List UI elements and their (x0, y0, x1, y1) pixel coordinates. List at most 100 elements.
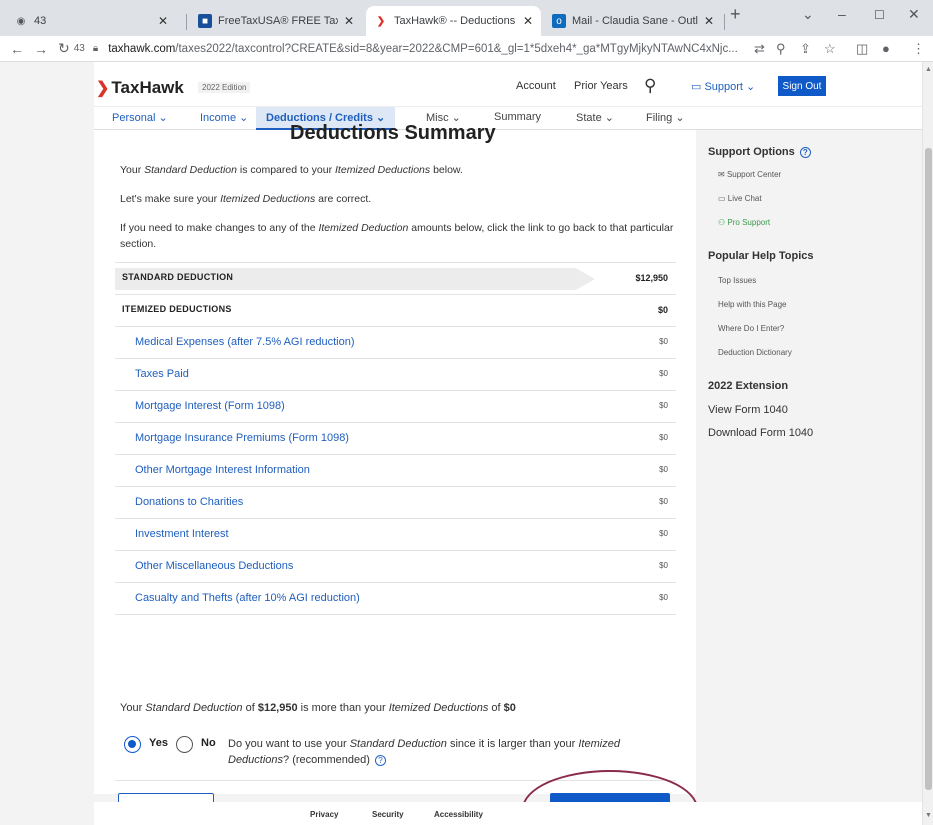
browser-tab-2[interactable]: ■ FreeTaxUSA® FREE Tax Filing ✕ (190, 6, 362, 36)
privacy-link[interactable]: Privacy (310, 810, 338, 819)
deduction-amount: $0 (659, 337, 668, 346)
tab-title: Mail - Claudia Sane - Outlook (572, 15, 698, 27)
browser-tab-4[interactable]: o Mail - Claudia Sane - Outlook ✕ (544, 6, 722, 36)
deduction-dictionary-link[interactable]: Deduction Dictionary (718, 348, 792, 357)
prior-years-link[interactable]: Prior Years (574, 80, 628, 92)
pro-support-link[interactable]: ⚇ Pro Support (718, 218, 770, 227)
extension-icon[interactable]: ⇄ (754, 41, 765, 57)
nav-summary[interactable]: Summary (494, 111, 541, 123)
nav-label: Income (200, 112, 237, 124)
deduction-link[interactable]: Donations to Charities (135, 496, 243, 508)
account-link[interactable]: Account (516, 80, 556, 92)
edition-badge: 2022 Edition (198, 82, 251, 93)
nav-income[interactable]: Income ⌄ (200, 111, 248, 124)
live-chat-link[interactable]: ▭ Live Chat (718, 194, 762, 203)
deduction-link[interactable]: Other Miscellaneous Deductions (135, 560, 293, 572)
window-close-button[interactable]: ✕ (908, 6, 920, 23)
deduction-amount: $0 (659, 497, 668, 506)
globe-icon: ◉ (16, 15, 26, 27)
deduction-amount: $0 (659, 401, 668, 410)
browser-tab-3[interactable]: ❯ TaxHawk® -- Deductions Sum ✕ (366, 6, 541, 36)
nav-personal[interactable]: Personal ⌄ (112, 111, 168, 124)
deduction-link[interactable]: Mortgage Interest (Form 1098) (135, 400, 285, 412)
deduction-link[interactable]: Other Mortgage Interest Information (135, 464, 310, 476)
chevron-down-icon[interactable]: ⌄ (802, 6, 814, 23)
deduction-link[interactable]: Taxes Paid (135, 368, 189, 380)
menu-icon[interactable]: ⋮ (912, 41, 925, 57)
star-icon[interactable]: ☆ (824, 41, 836, 57)
row-label: STANDARD DEDUCTION (122, 272, 234, 282)
accessibility-link[interactable]: Accessibility (434, 810, 483, 819)
download-form-1040-link[interactable]: Download Form 1040 (708, 427, 813, 439)
scroll-down-icon[interactable]: ▼ (925, 812, 932, 819)
nav-label: State (576, 112, 602, 124)
reload-icon[interactable]: ↻ (58, 40, 70, 57)
nav-state[interactable]: State ⌄ (576, 111, 614, 124)
close-icon[interactable]: ✕ (158, 14, 168, 28)
help-icon[interactable]: ? (799, 146, 811, 158)
scroll-thumb[interactable] (925, 148, 932, 790)
chat-icon: ▭ (691, 81, 705, 93)
sign-out-button[interactable]: Sign Out (778, 76, 826, 96)
standard-deduction-row: STANDARD DEDUCTION $12,950 (115, 262, 676, 294)
close-icon[interactable]: ✕ (344, 14, 354, 28)
deduction-link[interactable]: Casualty and Thefts (after 10% AGI reduc… (135, 592, 360, 604)
intro-paragraph-2: Let's make sure your Itemized Deductions… (120, 193, 372, 205)
url-path: /taxes2022/taxcontrol?CREATE&sid=8&year=… (175, 42, 738, 55)
deduction-row: Investment Interest $0 (115, 518, 676, 550)
support-menu[interactable]: ▭ Support ⌄ (691, 80, 755, 93)
deduction-amount: $0 (659, 433, 668, 442)
zoom-icon[interactable]: ⚲ (776, 41, 786, 57)
profile-icon[interactable]: ● (882, 41, 890, 56)
new-tab-button[interactable]: + (730, 4, 741, 25)
yes-radio[interactable] (124, 736, 141, 753)
scroll-up-icon[interactable]: ▲ (925, 66, 932, 73)
top-issues-link[interactable]: Top Issues (718, 276, 756, 285)
support-center-link[interactable]: ✉ Support Center (718, 170, 781, 179)
where-enter-link[interactable]: Where Do I Enter? (718, 324, 784, 333)
yes-label[interactable]: Yes (149, 737, 168, 749)
deduction-amount: $0 (659, 529, 668, 538)
deduction-row: Taxes Paid $0 (115, 358, 676, 390)
close-icon[interactable]: ✕ (523, 14, 533, 28)
deduction-link[interactable]: Medical Expenses (after 7.5% AGI reducti… (135, 336, 355, 348)
view-form-1040-link[interactable]: View Form 1040 (708, 404, 788, 416)
standard-deduction-question: Do you want to use your Standard Deducti… (228, 738, 620, 766)
page-title: Deductions Summary (290, 122, 496, 144)
row-amount: $0 (657, 305, 668, 315)
url-field[interactable]: taxhawk.com/taxes2022/taxcontrol?CREATE&… (108, 43, 738, 55)
logo-text: TaxHawk (111, 78, 184, 97)
site-header: ❯ TaxHawk 2022 Edition Account Prior Yea… (94, 62, 922, 106)
main-nav: Personal ⌄ Income ⌄ Deductions / Credits… (94, 106, 922, 130)
back-icon[interactable]: ← (10, 41, 24, 57)
browser-tab-bar: ◉ 43 ✕ ■ FreeTaxUSA® FREE Tax Filing ✕ ❯… (0, 0, 933, 36)
share-icon[interactable]: ⇪ (800, 41, 811, 57)
deduction-row: Medical Expenses (after 7.5% AGI reducti… (115, 326, 676, 358)
support-options-heading: Support Options ? (708, 146, 811, 158)
comparison-text: Your Standard Deduction of $12,950 is mo… (120, 702, 516, 714)
help-page-link[interactable]: Help with this Page (718, 300, 786, 309)
close-icon[interactable]: ✕ (704, 14, 714, 28)
help-icon[interactable]: ? (374, 754, 386, 766)
search-icon[interactable]: ⚲ (644, 76, 656, 96)
deduction-link[interactable]: Mortgage Insurance Premiums (Form 1098) (135, 432, 349, 444)
logo[interactable]: ❯ TaxHawk (96, 78, 184, 98)
minimize-button[interactable]: – (838, 6, 846, 22)
browser-tab-1[interactable]: ◉ 43 ✕ (6, 6, 176, 36)
row-amount: $12,950 (635, 273, 668, 283)
taxhawk-icon: ❯ (376, 15, 386, 27)
deduction-link[interactable]: Investment Interest (135, 528, 229, 540)
nav-filing[interactable]: Filing ⌄ (646, 111, 685, 124)
no-label[interactable]: No (201, 737, 216, 749)
nav-label: Filing (646, 112, 673, 124)
forward-icon[interactable]: → (34, 41, 48, 57)
help-topics-heading: Popular Help Topics (708, 250, 814, 262)
sidepanel-icon[interactable]: ◫ (856, 41, 868, 57)
maximize-button[interactable]: ☐ (874, 8, 885, 22)
lock-icon[interactable]: 🔒︎ (93, 43, 98, 54)
security-link[interactable]: Security (372, 810, 404, 819)
no-radio[interactable] (176, 736, 193, 753)
deduction-amount: $0 (659, 593, 668, 602)
deduction-amount: $0 (659, 465, 668, 474)
scrollbar[interactable]: ▲ ▼ (922, 62, 933, 825)
